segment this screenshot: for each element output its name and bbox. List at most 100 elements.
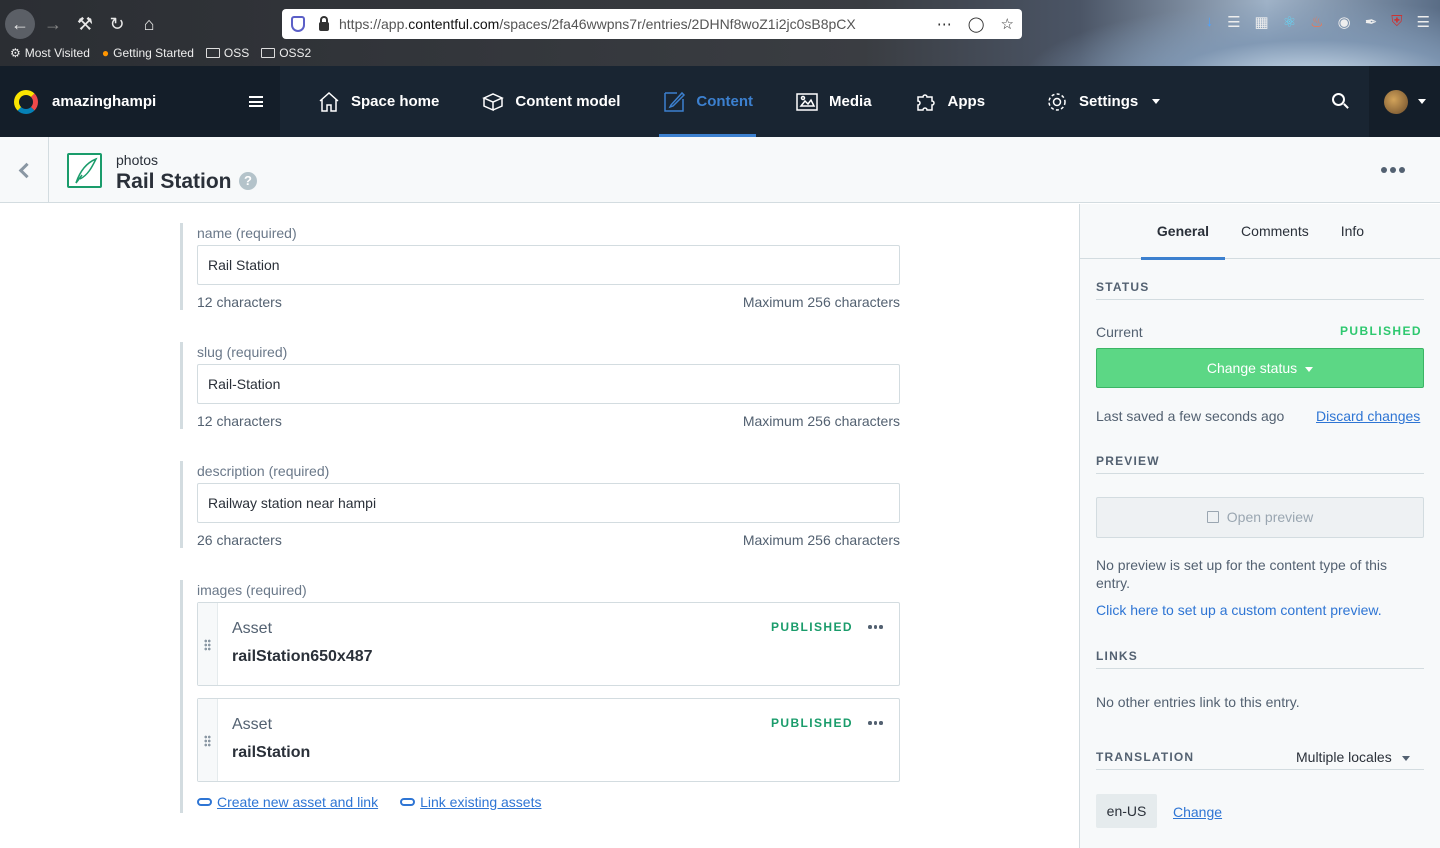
account-menu[interactable]: [1369, 66, 1440, 137]
link-existing-assets[interactable]: Link existing assets: [400, 794, 542, 810]
home-button[interactable]: ⌂: [134, 9, 164, 39]
slug-input[interactable]: [197, 364, 900, 404]
field-name: name (required) 12 characters Maximum 25…: [180, 223, 900, 310]
puzzle-icon: [916, 93, 935, 111]
help-icon[interactable]: ?: [239, 172, 257, 190]
asset-type: Asset: [232, 620, 273, 637]
asset-type: Asset: [232, 716, 273, 733]
tracking-shield-icon[interactable]: [291, 16, 305, 32]
chevron-down-icon: [1417, 99, 1426, 104]
ublock-icon[interactable]: ⛨: [1391, 13, 1402, 31]
download-icon[interactable]: ↓: [1206, 13, 1214, 31]
entry-sidebar: General Comments Info STATUS Current PUB…: [1079, 204, 1440, 848]
nav-label: Space home: [351, 93, 440, 110]
name-input[interactable]: [197, 245, 900, 285]
drag-icon: [204, 639, 211, 651]
entry-header: photos Rail Station ?: [0, 137, 1440, 203]
url-text[interactable]: https://app.contentful.com/spaces/2fa46w…: [339, 16, 879, 32]
browser-back-button[interactable]: ←: [5, 9, 35, 39]
tab-comments[interactable]: Comments: [1225, 204, 1325, 259]
field-slug: slug (required) 12 characters Maximum 25…: [180, 342, 900, 429]
change-status-button[interactable]: Change status: [1096, 348, 1424, 388]
bookmark-most-visited[interactable]: ⚙ Most Visited: [10, 46, 90, 60]
drag-handle[interactable]: [198, 603, 218, 685]
sidebar-tabs: General Comments Info: [1080, 204, 1440, 260]
bookmark-getting-started[interactable]: ● Getting Started: [102, 46, 194, 60]
extension-icon[interactable]: ◉: [1338, 13, 1351, 31]
field-label: images (required): [197, 582, 307, 598]
setup-preview-link[interactable]: Click here to set up a custom content pr…: [1096, 602, 1382, 618]
chevron-down-icon: [1305, 366, 1314, 372]
fire-icon[interactable]: ♨: [1310, 13, 1323, 31]
nav-label: Content: [696, 93, 754, 110]
space-switcher[interactable]: amazinghampi: [0, 66, 280, 137]
avatar: [1383, 89, 1408, 114]
char-count: 26 characters: [197, 532, 282, 548]
reader-icon[interactable]: ▦: [1255, 13, 1269, 31]
field-label: name (required): [197, 225, 297, 241]
char-limit: Maximum 256 characters: [742, 294, 900, 310]
links-heading: LINKS: [1096, 649, 1424, 669]
links-note: No other entries link to this entry.: [1096, 694, 1300, 710]
locale-select[interactable]: Multiple locales: [1296, 749, 1410, 765]
preview-note: No preview is set up for the content typ…: [1096, 557, 1388, 591]
asset-card[interactable]: Asset railStation PUBLISHED: [197, 698, 900, 782]
browser-forward-button[interactable]: →: [38, 9, 68, 39]
nav-content-model[interactable]: Content model: [478, 66, 623, 137]
hamburger-icon[interactable]: [249, 96, 263, 107]
discard-changes-link[interactable]: Discard changes: [1316, 408, 1420, 424]
status-heading: STATUS: [1096, 280, 1424, 300]
locale-tag: en-US: [1096, 794, 1157, 828]
external-link-icon: [1206, 511, 1219, 523]
wrench-icon[interactable]: ⚒: [70, 9, 100, 39]
nav-media[interactable]: Media: [792, 66, 875, 137]
search-icon[interactable]: [1332, 93, 1345, 106]
entry-more-icon[interactable]: [1381, 167, 1405, 173]
space-name: amazinghampi: [52, 93, 157, 110]
chevron-left-icon: [18, 162, 34, 178]
bookmark-oss[interactable]: OSS: [205, 46, 249, 60]
folder-icon: [205, 48, 220, 58]
current-label: Current: [1096, 324, 1143, 340]
description-input[interactable]: [197, 483, 900, 523]
nav-space-home[interactable]: Space home: [314, 66, 442, 137]
react-devtools-icon[interactable]: ⚛: [1283, 13, 1296, 31]
asset-card[interactable]: Asset railStation650x487 PUBLISHED: [197, 602, 900, 686]
asset-more-icon[interactable]: [868, 625, 883, 629]
char-limit: Maximum 256 characters: [742, 532, 900, 548]
content-type-name: photos: [116, 152, 159, 168]
cubes-icon: [482, 92, 505, 111]
entry-editor: name (required) 12 characters Maximum 25…: [0, 204, 1079, 848]
bookmark-oss2[interactable]: OSS2: [261, 46, 311, 60]
last-saved: Last saved a few seconds ago: [1096, 408, 1285, 424]
drag-handle[interactable]: [198, 699, 218, 781]
open-preview-button[interactable]: Open preview: [1096, 497, 1424, 538]
asset-more-icon[interactable]: [868, 721, 883, 725]
asset-name: railStation650x487: [232, 648, 373, 665]
reload-button[interactable]: ↻: [102, 9, 132, 39]
drag-icon: [204, 735, 211, 747]
nav-content[interactable]: Content: [659, 66, 756, 137]
nav-apps[interactable]: Apps: [911, 66, 989, 137]
page-actions-icon[interactable]: ⋯: [937, 15, 952, 33]
create-asset-link[interactable]: Create new asset and link: [197, 794, 378, 810]
tab-general[interactable]: General: [1140, 204, 1226, 260]
image-icon: [796, 92, 818, 111]
pocket-icon[interactable]: ◯: [968, 15, 985, 33]
menu-icon[interactable]: ☰: [1417, 13, 1430, 31]
nav-label: Settings: [1079, 93, 1139, 110]
contentful-logo-icon: [14, 89, 38, 114]
back-button[interactable]: [0, 137, 49, 203]
eyedropper-icon[interactable]: ✒: [1365, 13, 1378, 31]
url-bar[interactable]: https://app.contentful.com/spaces/2fa46w…: [282, 9, 1022, 39]
app-top-nav: amazinghampi Space home Content model Co…: [0, 66, 1440, 137]
link-icon: [400, 798, 416, 806]
tab-info[interactable]: Info: [1325, 204, 1380, 259]
house-icon: [319, 91, 339, 112]
bookmark-star-icon[interactable]: ☆: [1001, 15, 1014, 33]
entry-title: Rail Station: [116, 170, 232, 193]
nav-settings[interactable]: Settings: [1042, 66, 1163, 137]
lock-icon[interactable]: [319, 16, 329, 31]
library-icon[interactable]: ☰: [1227, 13, 1240, 31]
change-locale-link[interactable]: Change: [1173, 804, 1222, 820]
